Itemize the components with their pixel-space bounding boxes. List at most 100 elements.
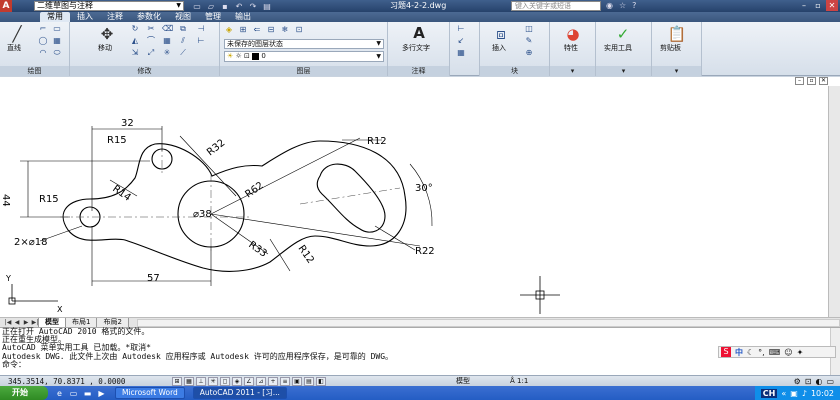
layer-freeze-icon[interactable]: ❄ — [280, 25, 290, 34]
command-window[interactable]: 正在打开 AutoCAD 2010 格式的文件。 正在重生成模型。 AutoCA… — [0, 327, 840, 376]
hatch-icon[interactable]: ▦ — [52, 36, 62, 45]
redo-icon[interactable]: ↷ — [248, 2, 258, 11]
polar-toggle[interactable]: ✳ — [208, 376, 218, 386]
mirror-icon[interactable]: ◭ — [130, 36, 140, 45]
tab-manage[interactable]: 管理 — [198, 12, 228, 22]
clock[interactable]: 10:02 — [811, 389, 834, 398]
tab-layout2[interactable]: 布局2 — [96, 317, 129, 328]
minimize-button[interactable]: – — [798, 0, 810, 11]
workspace-dropdown[interactable]: 二维草图与注释 ▼ — [34, 1, 184, 11]
polyline-icon[interactable]: ⌐ — [38, 24, 48, 33]
media-icon[interactable]: ▶ — [96, 388, 107, 399]
start-button[interactable]: 开始 — [0, 386, 48, 400]
tab-model[interactable]: 模型 — [38, 317, 66, 328]
color-wheel-icon[interactable]: ◕ — [562, 24, 584, 44]
tab-view[interactable]: 视图 — [168, 12, 198, 22]
join-icon[interactable]: ⊢ — [196, 36, 206, 45]
attribute-icon[interactable]: ⊕ — [524, 48, 534, 57]
create-block-icon[interactable]: ◫ — [524, 24, 534, 33]
binoculars-icon[interactable]: ◉ — [606, 0, 613, 12]
lock-icon[interactable]: ⊡ — [805, 377, 812, 386]
tab-parametric[interactable]: 参数化 — [130, 12, 168, 22]
current-layer-dropdown[interactable]: ☀ ☼ ⊡ 0 ▼ — [224, 51, 384, 62]
copy-icon[interactable]: ⧉ — [178, 24, 188, 33]
command-prompt[interactable]: 命令： — [0, 360, 840, 369]
save-icon[interactable]: ▪ — [220, 2, 230, 11]
keyboard-icon[interactable]: ⌨ — [769, 348, 781, 357]
app-menu-button[interactable]: A — [0, 0, 12, 12]
next-layout-icon[interactable]: ▶ — [22, 319, 30, 326]
tab-insert[interactable]: 插入 — [70, 12, 100, 22]
sogou-icon[interactable]: S — [721, 347, 731, 357]
help-icon[interactable]: ? — [632, 0, 636, 12]
first-layout-icon[interactable]: |◀ — [4, 319, 12, 326]
layer-state-dropdown[interactable]: 未保存的图层状态 ▼ — [224, 39, 384, 49]
layer-lock-icon[interactable]: ⊡ — [294, 25, 304, 34]
array-icon[interactable]: ▦ — [162, 36, 172, 45]
tab-output[interactable]: 输出 — [228, 12, 258, 22]
break-icon[interactable]: ⊣ — [196, 24, 206, 33]
volume-icon[interactable]: ♪ — [802, 389, 807, 398]
arc-icon[interactable]: ◠ — [38, 48, 48, 57]
tab-annotate[interactable]: 注释 — [100, 12, 130, 22]
folder-icon[interactable]: ▬ — [82, 388, 93, 399]
model-space-button[interactable]: 模型 — [456, 376, 470, 386]
utilities-button-label[interactable]: 实用工具 — [604, 44, 632, 53]
edit-block-icon[interactable]: ✎ — [524, 36, 534, 45]
layer-match-icon[interactable]: ⊞ — [238, 25, 248, 34]
grid-toggle[interactable]: ▦ — [184, 376, 194, 386]
moon-icon[interactable]: ☾ — [747, 348, 754, 357]
print-icon[interactable]: ▤ — [262, 2, 272, 11]
task-word[interactable]: Microsoft Word — [115, 387, 185, 399]
lwt-toggle[interactable]: ≡ — [280, 376, 290, 386]
user-icon[interactable]: ☺ — [784, 348, 792, 357]
mtext-button-label[interactable]: 多行文字 — [402, 44, 430, 53]
input-language-indicator[interactable]: CH — [760, 388, 778, 398]
draw-panel-title[interactable]: 绘图 — [0, 66, 69, 76]
layer-properties-icon[interactable]: ◈ — [224, 25, 234, 34]
fillet-icon[interactable]: ⌒ — [146, 36, 156, 45]
drawing-restore-button[interactable]: ▫ — [807, 77, 816, 85]
search-input[interactable]: 键入关键字或短语 — [511, 1, 601, 11]
trim-icon[interactable]: ✂ — [146, 24, 156, 33]
vertical-scrollbar[interactable] — [828, 86, 840, 317]
drawing-close-button[interactable]: ✕ — [819, 77, 828, 85]
layer-isolate-icon[interactable]: ⊟ — [266, 25, 276, 34]
punctuation-icon[interactable]: °, — [758, 348, 765, 357]
clipboard-button-label[interactable]: 剪贴板 — [660, 44, 681, 53]
open-icon[interactable]: ▱ — [206, 2, 216, 11]
insert-button-label[interactable]: 插入 — [492, 44, 506, 53]
chamfer-icon[interactable]: ⟋ — [178, 48, 188, 57]
task-autocad[interactable]: AutoCAD 2011 - [习... — [192, 387, 287, 399]
line-button-label[interactable]: 直线 — [7, 44, 21, 53]
layers-panel-title[interactable]: 图层 — [220, 66, 387, 76]
rotate-icon[interactable]: ↻ — [130, 24, 140, 33]
prev-layout-icon[interactable]: ◀ — [13, 319, 21, 326]
mtext-icon[interactable]: A — [408, 23, 430, 43]
drawing-canvas[interactable]: 32 R15 R32 R12 44 R14 R15 ⌀38 R62 30° 2×… — [0, 86, 828, 317]
move-button-label[interactable]: 移动 — [98, 44, 112, 53]
undo-icon[interactable]: ↶ — [234, 2, 244, 11]
tab-layout1[interactable]: 布局1 — [65, 317, 98, 328]
sc-toggle[interactable]: ◧ — [316, 376, 326, 386]
tab-home[interactable]: 常用 — [40, 12, 70, 22]
block-panel-title[interactable]: 块 — [480, 66, 549, 76]
erase-icon[interactable]: ⌫ — [162, 24, 173, 33]
properties-button-label[interactable]: 特性 — [564, 44, 578, 53]
network-icon[interactable]: ▣ — [790, 389, 798, 398]
isolate-icon[interactable]: ◐ — [815, 377, 822, 386]
tpy-toggle[interactable]: ▣ — [292, 376, 302, 386]
workspace-switch-icon[interactable]: ⚙ — [794, 377, 801, 386]
ie-icon[interactable]: e — [54, 388, 65, 399]
ducs-toggle[interactable]: ⊿ — [256, 376, 266, 386]
utilities-icon[interactable]: ✓ — [612, 24, 634, 44]
clipboard-panel-title[interactable]: ▾ — [652, 66, 701, 76]
properties-panel-title[interactable]: ▾ — [550, 66, 595, 76]
desktop-icon[interactable]: ▭ — [68, 388, 79, 399]
insert-block-icon[interactable]: ⧈ — [490, 24, 512, 44]
maximize-button[interactable]: ▫ — [812, 0, 824, 11]
utilities-panel-title[interactable]: ▾ — [596, 66, 651, 76]
annotation-scale[interactable]: Å 1:1 — [510, 377, 528, 385]
line-icon[interactable]: ╱ — [6, 24, 28, 44]
table-icon[interactable]: ▦ — [456, 48, 466, 57]
